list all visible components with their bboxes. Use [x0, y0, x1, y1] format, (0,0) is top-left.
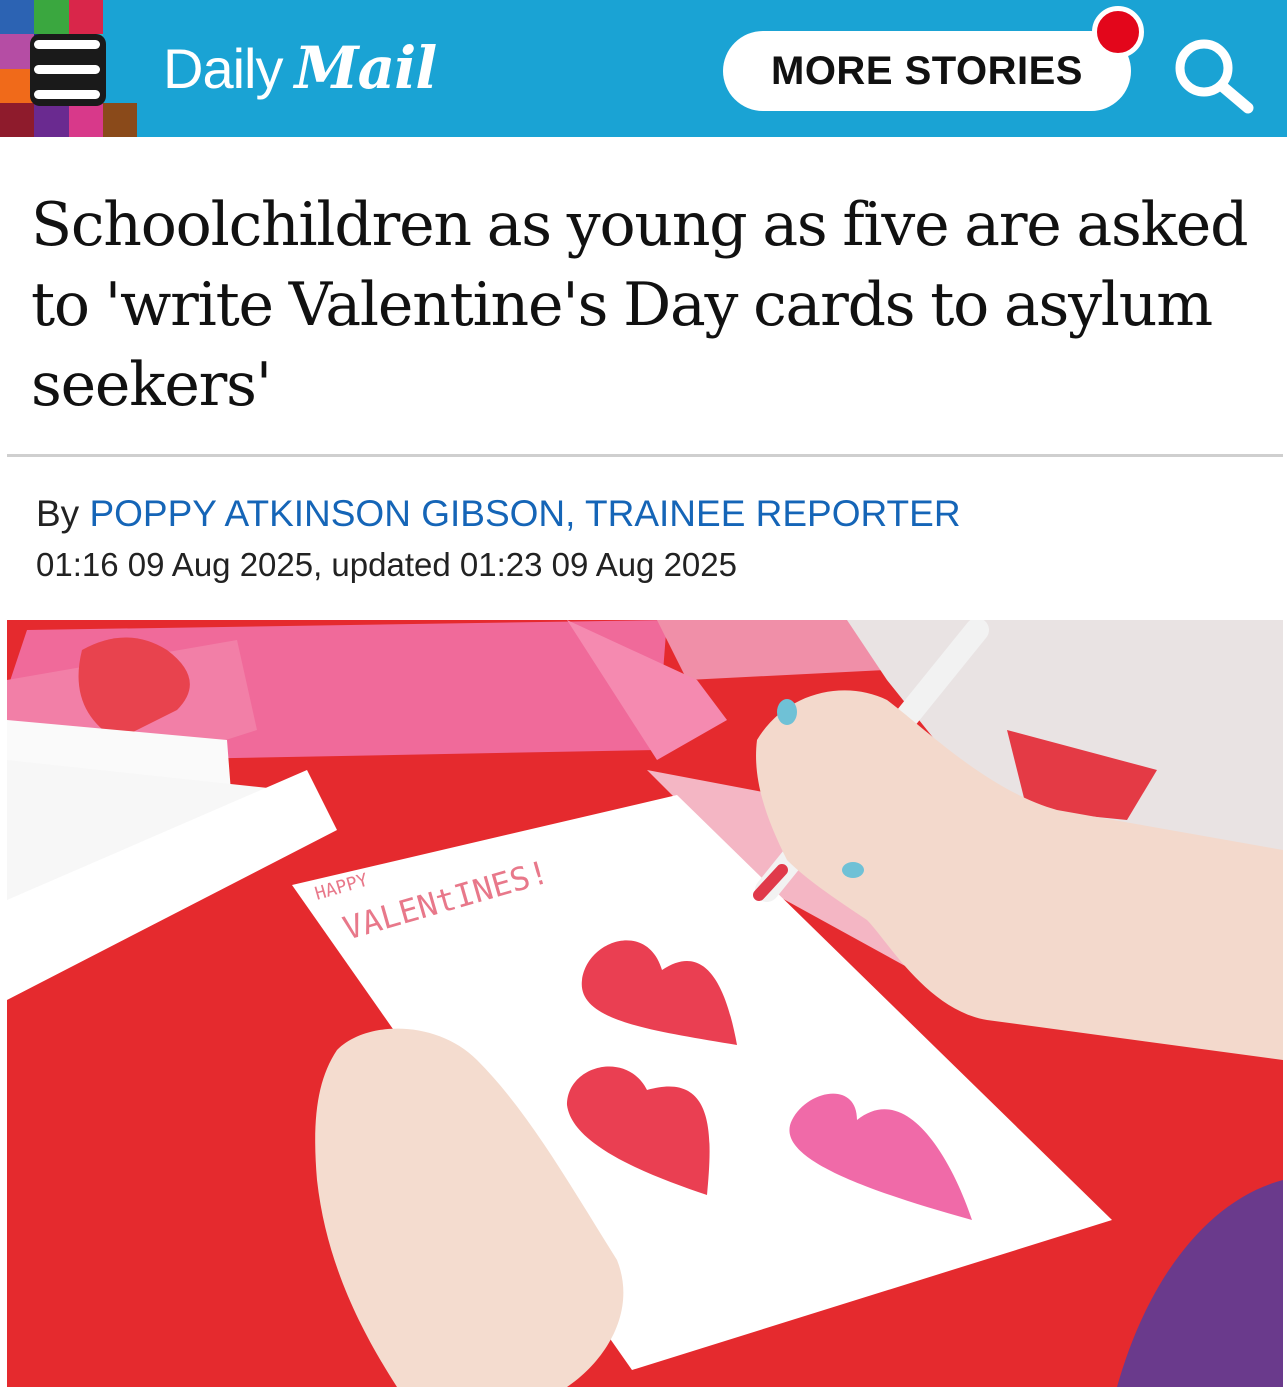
site-header: Daily Mail MORE STORIES [0, 0, 1287, 137]
daily-mail-logo[interactable]: Daily Mail [163, 34, 437, 106]
notification-dot [1092, 6, 1144, 58]
byline-prefix: By [36, 493, 90, 534]
author-link[interactable]: POPPY ATKINSON GIBSON, TRAINEE REPORTER [89, 493, 960, 534]
article-photo[interactable]: HAPPY VALENtINES! [7, 620, 1283, 1387]
article-dateline: 01:16 09 Aug 2025, updated 01:23 09 Aug … [36, 546, 737, 583]
article-headline: Schoolchildren as young as five are aske… [31, 190, 1249, 420]
hamburger-menu-icon[interactable] [34, 40, 100, 100]
search-button[interactable] [1168, 30, 1260, 114]
search-icon [1175, 39, 1254, 114]
byline: By POPPY ATKINSON GIBSON, TRAINEE REPORT… [36, 493, 961, 535]
valentine-card-illustration: HAPPY VALENtINES! [7, 620, 1283, 1387]
logo-mail-text: Mail [294, 34, 437, 102]
more-stories-button[interactable]: MORE STORIES [723, 31, 1131, 111]
logo-daily-text: Daily [163, 37, 283, 100]
headline-divider [7, 454, 1283, 457]
